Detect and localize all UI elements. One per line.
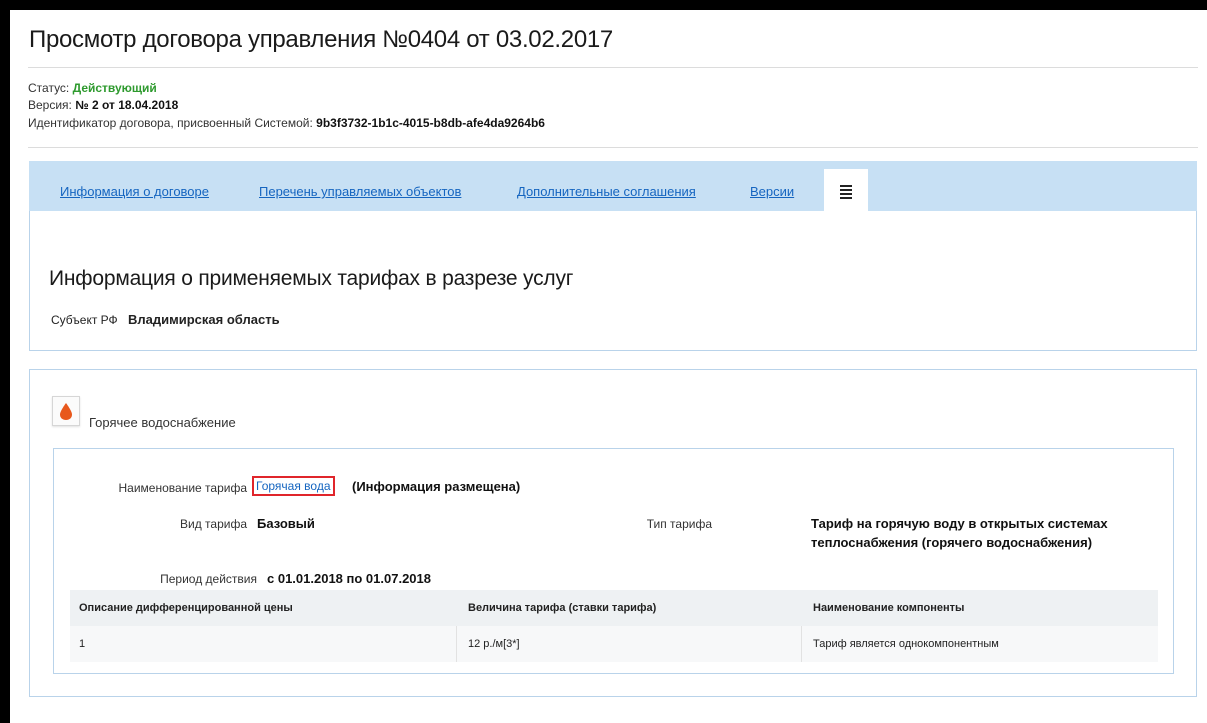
- version-value: № 2 от 18.04.2018: [75, 98, 179, 112]
- column-divider: [801, 626, 802, 662]
- cell-tariff-value: 12 р./м[3*]: [468, 638, 520, 650]
- tariff-info-panel: Информация о применяемых тарифах в разре…: [29, 211, 1197, 351]
- tariff-table: Описание дифференцированной цены Величин…: [70, 590, 1158, 662]
- water-drop-icon: [52, 396, 80, 426]
- title-divider: [28, 67, 1198, 68]
- table-header-row: Описание дифференцированной цены Величин…: [70, 590, 1158, 626]
- tariff-status: (Информация размещена): [352, 479, 521, 494]
- contract-view-page: Просмотр договора управления №0404 от 03…: [10, 10, 1207, 723]
- table-row: 1 12 р./м[3*] Тариф является однокомпоне…: [70, 626, 1158, 662]
- column-header-tariff-value: Величина тарифа (ставки тарифа): [468, 602, 657, 614]
- page-title: Просмотр договора управления №0404 от 03…: [29, 26, 613, 53]
- subject-label: Субъект РФ: [51, 313, 118, 327]
- tariff-type-value-line2: теплоснабжения (горячего водоснабжения): [811, 535, 1093, 550]
- version-label: Версия:: [28, 98, 72, 112]
- version-row: Версия: № 2 от 18.04.2018: [28, 98, 178, 112]
- tariff-type-label: Тип тарифа: [646, 517, 712, 531]
- contract-id-row: Идентификатор договора, присвоенный Сист…: [28, 116, 545, 130]
- column-divider: [456, 626, 457, 662]
- period-label: Период действия: [160, 572, 257, 586]
- subject-row: Субъект РФ Владимирская область: [51, 312, 280, 327]
- hamburger-menu-icon: [840, 185, 852, 201]
- tab-managed-objects[interactable]: Перечень управляемых объектов: [259, 184, 461, 199]
- tariff-kind-value: Базовый: [257, 516, 315, 531]
- status-row: Статус: Действующий: [28, 81, 157, 95]
- tab-menu[interactable]: [824, 169, 868, 211]
- tab-versions[interactable]: Версии: [750, 184, 794, 199]
- tariff-name-label: Наименование тарифа: [118, 481, 247, 495]
- subject-value: Владимирская область: [128, 312, 280, 327]
- section-title: Информация о применяемых тарифах в разре…: [49, 267, 574, 290]
- contract-id-value: 9b3f3732-1b1c-4015-b8db-afe4da9264b6: [316, 116, 545, 130]
- period-value: с 01.01.2018 по 01.07.2018: [267, 571, 431, 586]
- tariff-details: Наименование тарифа Горячая вода (Информ…: [53, 448, 1174, 674]
- column-header-description: Описание дифференцированной цены: [79, 602, 293, 614]
- tab-bar: Информация о договоре Перечень управляем…: [29, 161, 1197, 211]
- tariff-kind-label: Вид тарифа: [179, 517, 247, 531]
- status-label: Статус:: [28, 81, 70, 95]
- contract-id-label: Идентификатор договора, присвоенный Сист…: [28, 116, 313, 130]
- cell-description: 1: [79, 638, 86, 650]
- service-panel: Горячее водоснабжение Наименование тариф…: [29, 369, 1197, 697]
- status-badge: Действующий: [72, 81, 157, 95]
- tariff-type-value-line1: Тариф на горячую воду в открытых система…: [811, 516, 1108, 531]
- tariff-name-link[interactable]: Горячая вода: [252, 476, 335, 496]
- service-name: Горячее водоснабжение: [89, 415, 236, 430]
- meta-divider: [28, 147, 1198, 148]
- tab-contract-info[interactable]: Информация о договоре: [60, 184, 209, 199]
- tab-additional-agreements[interactable]: Дополнительные соглашения: [517, 184, 696, 199]
- column-header-component: Наименование компоненты: [813, 602, 965, 614]
- cell-component: Тариф является однокомпонентным: [813, 638, 999, 650]
